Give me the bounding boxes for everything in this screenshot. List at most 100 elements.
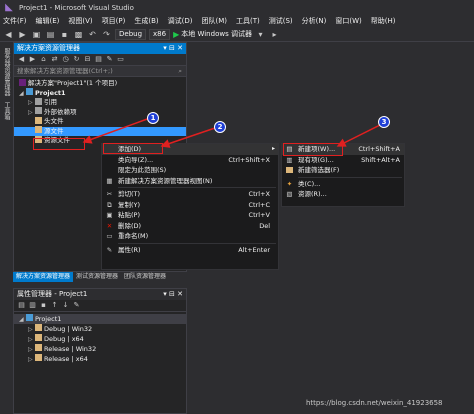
submenu-item-class[interactable]: ✦ 类(C)... (282, 179, 404, 190)
configuration-select[interactable]: Debug (115, 28, 147, 40)
pm-item-config[interactable]: ▷ Release | Win32 (14, 344, 186, 354)
preview-icon[interactable]: ▭ (116, 55, 125, 64)
menu-item-copy[interactable]: ⧉ 复制(Y) Ctrl+C (102, 200, 278, 211)
menu-item-properties[interactable]: ✎ 属性(R) Alt+Enter (102, 245, 278, 256)
tab-solution-explorer[interactable]: 解决方案资源管理器 (13, 272, 74, 282)
save-icon[interactable]: ▪ (59, 29, 70, 40)
new-project-icon[interactable]: ▣ (31, 29, 42, 40)
collapse-all-icon[interactable]: ⊟ (83, 55, 92, 64)
refresh-icon[interactable]: ↻ (72, 55, 81, 64)
back-icon[interactable]: ◀ (3, 29, 14, 40)
submenu-item-existing-item[interactable]: ▥ 现有项(G)... Shift+Alt+A (282, 155, 404, 166)
properties-icon[interactable]: ✎ (105, 55, 114, 64)
forward-icon[interactable]: ▶ (28, 55, 37, 64)
class-icon: ✦ (286, 179, 293, 188)
menu-item-label: 重命名(M) (118, 232, 149, 240)
window-title: Project1 - Microsoft Visual Studio (19, 3, 134, 12)
menu-item-paste[interactable]: ▣ 粘贴(P) Ctrl+V (102, 210, 278, 221)
menu-tools[interactable]: 工具(T) (236, 16, 260, 26)
down-icon[interactable]: ↓ (61, 301, 70, 310)
solution-search-input[interactable]: 搜索解决方案资源管理器(Ctrl+;) ⌕ (14, 66, 186, 77)
existing-item-icon: ▥ (286, 155, 293, 164)
expand-arrow-icon[interactable]: ▷ (28, 98, 35, 108)
property-tree: ◢ Project1 ▷ Debug | Win32 ▷ Debug | x64 ▷ R… (14, 312, 186, 364)
tab-test-explorer[interactable]: 测试资源管理器 (73, 272, 121, 282)
undo-icon[interactable]: ↶ (87, 29, 98, 40)
attach-icon[interactable]: ▸ (269, 29, 280, 40)
sync-icon[interactable]: ⇄ (50, 55, 59, 64)
rename-icon: ▭ (106, 232, 113, 240)
add-sheet-icon[interactable]: ▤ (17, 301, 26, 310)
menu-item-cut[interactable]: ✂ 剪切(T) Ctrl+X (102, 189, 278, 200)
home-icon[interactable]: ⌂ (39, 55, 48, 64)
explorer-tabs: 解决方案资源管理器 测试资源管理器 团队资源管理器 (13, 272, 187, 282)
menu-team[interactable]: 团队(M) (201, 16, 227, 26)
menu-item-new-explorer-view[interactable]: ▦ 新建解决方案资源管理器视图(N) (102, 176, 278, 187)
folder-icon (35, 116, 42, 124)
menu-analyze[interactable]: 分析(N) (302, 16, 327, 26)
menu-help[interactable]: 帮助(H) (371, 16, 396, 26)
menu-file[interactable]: 文件(F) (3, 16, 27, 26)
menu-build[interactable]: 生成(B) (134, 16, 158, 26)
menu-test[interactable]: 测试(S) (269, 16, 293, 26)
show-all-files-icon[interactable]: ▤ (94, 55, 103, 64)
tab-team-explorer[interactable]: 团队资源管理器 (121, 272, 169, 282)
tree-item-solution[interactable]: 解决方案"Project1"(1 个项目) (14, 78, 186, 89)
tree-label: Project1 (35, 88, 66, 97)
pending-changes-icon[interactable]: ◷ (61, 55, 70, 64)
pm-item-config[interactable]: ▷ Release | x64 (14, 354, 186, 364)
run-button-label[interactable]: 本地 Windows 调试器 (181, 29, 252, 39)
submenu-item-new-filter[interactable]: 新建筛选器(F) (282, 165, 404, 176)
pin-icon[interactable]: ▾ ⊟ ✕ (163, 289, 183, 300)
menu-item-label: 类向导(Z)... (118, 155, 154, 164)
save-icon[interactable]: ▪ (39, 301, 48, 310)
menu-item-label: 剪切(T) (118, 190, 141, 198)
properties-icon[interactable]: ✎ (72, 301, 81, 310)
menu-item-scope-to-this[interactable]: 限定为此范围(S) (102, 165, 278, 176)
menu-separator (298, 176, 402, 178)
menu-edit[interactable]: 编辑(E) (36, 16, 60, 26)
menu-view[interactable]: 视图(V) (68, 16, 92, 26)
platform-select[interactable]: x86 (149, 28, 171, 40)
menu-item-label: 新建解决方案资源管理器视图(N) (118, 176, 213, 185)
tab-toolbox[interactable]: 工具箱 (2, 102, 11, 120)
redo-icon[interactable]: ↷ (101, 29, 112, 40)
solution-explorer-toolbar: ◀ ▶ ⌂ ⇄ ◷ ↻ ⊟ ▤ ✎ ▭ (14, 54, 186, 66)
expand-arrow-icon[interactable]: ◢ (19, 315, 26, 325)
back-icon[interactable]: ◀ (17, 55, 26, 64)
forward-icon[interactable]: ▶ (17, 29, 28, 40)
highlight-box-source-files (33, 138, 85, 150)
up-icon[interactable]: ↑ (50, 301, 59, 310)
save-all-icon[interactable]: ▩ (73, 29, 84, 40)
pm-item-config[interactable]: ▷ Debug | Win32 (14, 324, 186, 334)
menu-item-delete[interactable]: ✕ 删除(D) Del (102, 221, 278, 232)
menu-debug[interactable]: 调试(D) (168, 16, 193, 26)
menu-item-label: 限定为此范围(S) (118, 166, 167, 174)
menu-item-class-wizard[interactable]: 类向导(Z)... Ctrl+Shift+X (102, 155, 278, 166)
pin-icon[interactable]: ▾ ⊟ ✕ (163, 43, 183, 54)
expand-arrow-icon[interactable]: ◢ (19, 89, 26, 99)
copy-icon: ⧉ (107, 200, 112, 209)
tree-label: 引用 (44, 98, 57, 106)
solution-tree: 解决方案"Project1"(1 个项目) ◢ Project1 ▷ 引用 ▷ 外部依… (14, 77, 186, 146)
menu-item-label: 属性(R) (118, 245, 141, 254)
expand-arrow-icon[interactable]: ▷ (28, 108, 35, 118)
property-manager-toolbar: ▤ ▥ ▪ ↑ ↓ ✎ (14, 300, 186, 312)
open-icon[interactable]: ▤ (45, 29, 56, 40)
menu-item-shortcut: Ctrl+Shift+X (228, 155, 270, 164)
start-debug-icon[interactable]: ▶ (173, 30, 179, 39)
dropdown-arrow-icon[interactable]: ▾ (255, 29, 266, 40)
menu-item-rename[interactable]: ▭ 重命名(M) (102, 231, 278, 242)
menu-item-label: 复制(Y) (118, 200, 141, 209)
menu-window[interactable]: 窗口(W) (335, 16, 361, 26)
pm-item-config[interactable]: ▷ Debug | x64 (14, 334, 186, 344)
add-existing-sheet-icon[interactable]: ▥ (28, 301, 37, 310)
menu-project[interactable]: 项目(P) (102, 16, 126, 26)
submenu-item-resource[interactable]: ▧ 资源(R)... (282, 189, 404, 200)
expand-arrow-icon[interactable]: ▷ (28, 355, 35, 365)
tab-server-explorer[interactable]: 服务器资源管理器 (2, 48, 11, 96)
menu-item-shortcut: Ctrl+C (248, 200, 270, 209)
pm-item-project[interactable]: ◢ Project1 (14, 314, 186, 324)
pm-label: Debug | Win32 (44, 325, 93, 333)
menu-item-shortcut: Ctrl+Shift+A (358, 145, 400, 153)
